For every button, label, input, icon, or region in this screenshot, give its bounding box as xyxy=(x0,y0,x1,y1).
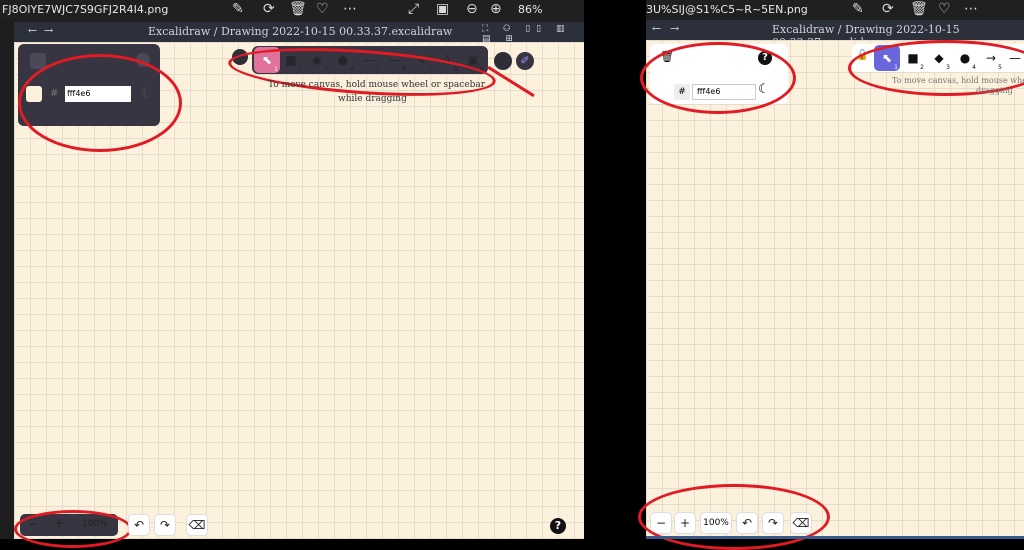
forward-arrow-icon[interactable]: → xyxy=(44,24,53,37)
left-path-bar: ← → Excalidraw / Drawing 2022-10-15 00.3… xyxy=(14,22,584,44)
right-viewer-titlebar: 3U%SIJ@S1%C5~R~5EN.png ✎ ⟳ 🗑 ♡ ⋯ xyxy=(646,0,1024,20)
right-edit-icon[interactable]: ✎ xyxy=(852,0,864,19)
rotate-icon[interactable]: ⟳ xyxy=(263,0,275,19)
left-viewer-titlebar: FJ8OIYE7WJC7S9GFJ2R4I4.png ✎ ⟳ 🗑 ♡ ⋯ ⤢ ▣… xyxy=(0,0,584,20)
back-arrow-icon[interactable]: ← xyxy=(28,24,37,37)
more-icon[interactable]: ⋯ xyxy=(343,0,357,19)
left-viewer-window: FJ8OIYE7WJC7S9GFJ2R4I4.png ✎ ⟳ 🗑 ♡ ⋯ ⤢ ▣… xyxy=(0,0,584,548)
right-more-icon[interactable]: ⋯ xyxy=(964,0,978,19)
annotation-circle-zoom xyxy=(14,510,132,548)
right-path-bar: ← → Excalidraw / Drawing 2022-10-15 00.3… xyxy=(646,20,1024,49)
right-favorite-icon[interactable]: ♡ xyxy=(938,0,951,19)
path-actions-icons[interactable]: ⛶ ⚇ ▯▯ ▥ ▤ ⊞ xyxy=(482,24,584,44)
eraser-button[interactable]: ⌫ xyxy=(186,514,208,536)
left-canvas[interactable]: # fff4e6 ☾ ⬉ 1 ■ 2 ◆ 3 ● 4 —5 —6 ✎ 7 A8 ▣ 9 ✐ xyxy=(14,40,584,548)
right-annotation-circle-bottom xyxy=(638,484,830,550)
zoom-in-icon[interactable]: ⊕ xyxy=(490,0,502,19)
right-delete-icon[interactable]: 🗑 xyxy=(910,0,928,19)
fullscreen-icon[interactable]: ⤢ xyxy=(408,0,419,19)
redo-button[interactable]: ↷ xyxy=(154,514,176,536)
right-forward-arrow-icon[interactable]: → xyxy=(670,22,679,35)
right-hint-line-1: To move canvas, hold mouse wheel xyxy=(892,76,1024,85)
hint-line-1: To move canvas, hold mouse wheel or spac… xyxy=(268,80,486,90)
library-button[interactable] xyxy=(494,52,512,70)
fit-icon[interactable]: ▣ xyxy=(436,0,449,19)
right-annotation-circle-panel xyxy=(640,42,796,114)
left-app-frame: ← → Excalidraw / Drawing 2022-10-15 00.3… xyxy=(14,22,584,548)
favorite-icon[interactable]: ♡ xyxy=(316,0,329,19)
pen-mode-button[interactable]: ✐ xyxy=(516,52,534,70)
hint-line-2: while dragging xyxy=(338,94,407,104)
right-hint-line-2: dragging xyxy=(976,86,1013,95)
undo-button[interactable]: ↶ xyxy=(128,514,150,536)
left-filename: FJ8OIYE7WJC7S9GFJ2R4I4.png xyxy=(2,3,169,16)
right-back-arrow-icon[interactable]: ← xyxy=(652,22,661,35)
delete-icon[interactable]: 🗑 xyxy=(289,0,307,19)
right-viewer-window: 3U%SIJ@S1%C5~R~5EN.png ✎ ⟳ 🗑 ♡ ⋯ ← → Exc… xyxy=(638,0,1024,550)
right-filename: 3U%SIJ@S1%C5~R~5EN.png xyxy=(646,3,808,16)
help-button[interactable]: ? xyxy=(550,518,566,534)
right-rotate-icon[interactable]: ⟳ xyxy=(882,0,894,19)
right-canvas[interactable]: 🗑 ? # fff4e6 ☾ 🔓 ⬉ 1 ■ 2 ◆ 3 ● 4 → 5 — To mov… xyxy=(638,40,1024,550)
left-breadcrumb: Excalidraw / Drawing 2022-10-15 00.33.37… xyxy=(148,25,453,38)
edit-image-icon[interactable]: ✎ xyxy=(232,0,244,19)
zoom-out-icon[interactable]: ⊖ xyxy=(466,0,478,19)
zoom-value: 86% xyxy=(518,3,543,16)
annotation-circle-panel xyxy=(18,54,182,152)
